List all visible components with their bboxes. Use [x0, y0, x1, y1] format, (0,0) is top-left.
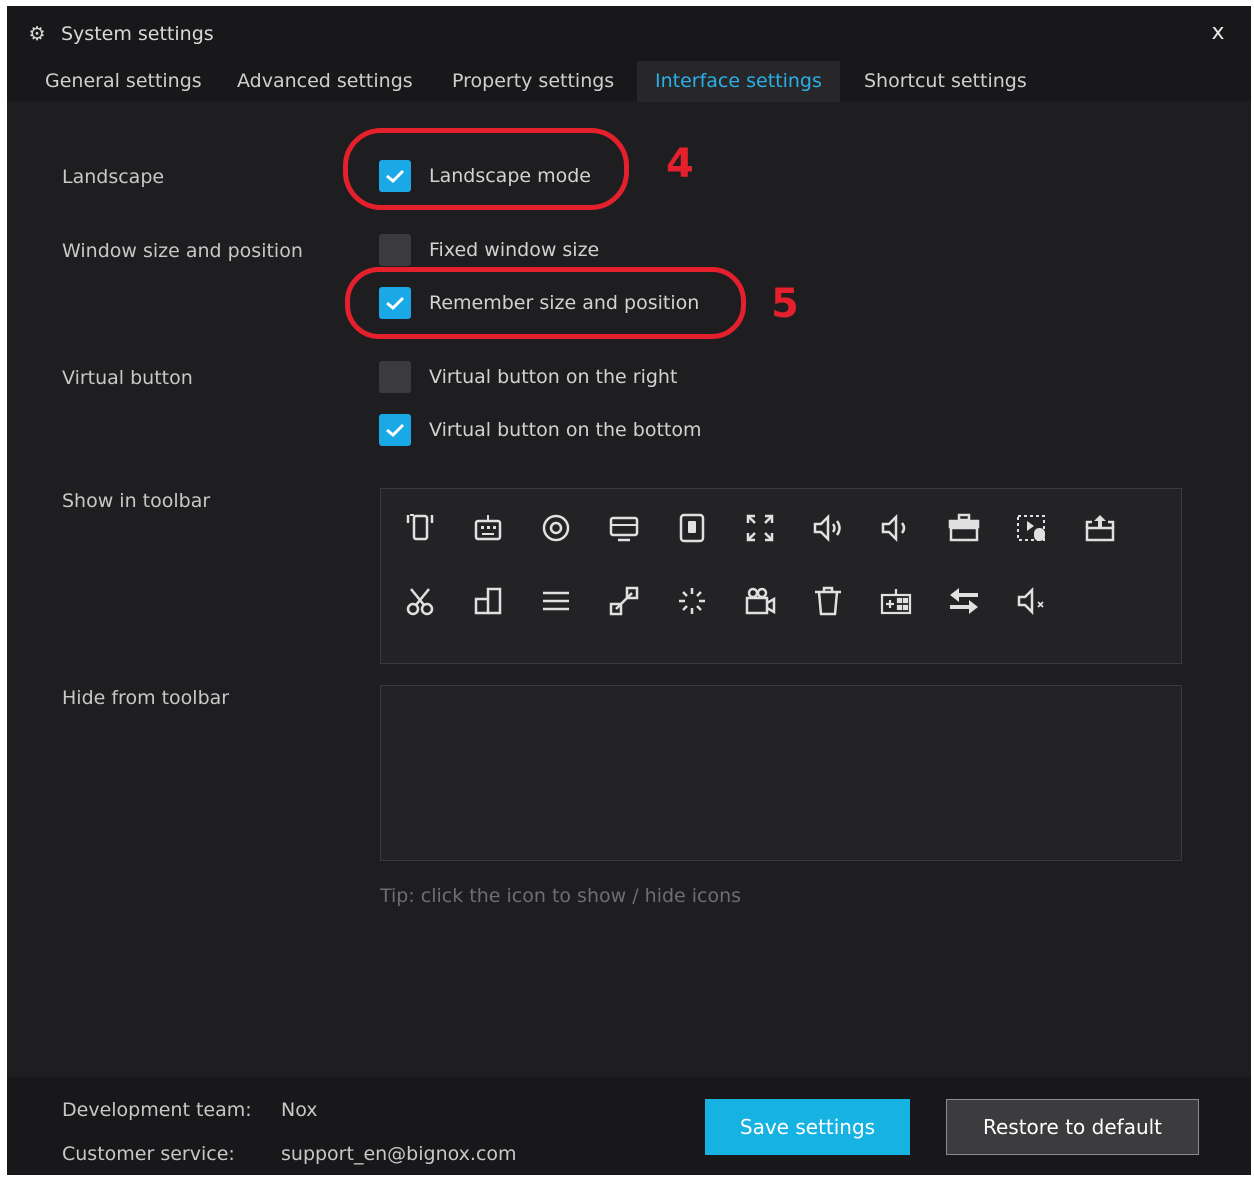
checkbox-checked-icon: [379, 160, 411, 192]
tab-interface-settings[interactable]: Interface settings: [637, 61, 840, 102]
title-bar: ⚙ System settings x General settings Adv…: [7, 6, 1251, 102]
show-in-toolbar-label: Show in toolbar: [62, 490, 211, 512]
checkbox-unchecked-icon: [379, 234, 411, 266]
fixed-window-size-label: Fixed window size: [429, 239, 600, 261]
sync-icon[interactable]: [942, 579, 986, 623]
expand-icon[interactable]: [602, 579, 646, 623]
annotation-number-4: 4: [666, 141, 694, 187]
menu-icon[interactable]: [534, 579, 578, 623]
show-toolbar-panel: [380, 488, 1182, 664]
tab-shortcut-settings[interactable]: Shortcut settings: [846, 61, 1045, 102]
volume-down-icon[interactable]: [874, 506, 918, 550]
fullscreen-icon[interactable]: [738, 506, 782, 550]
close-button[interactable]: x: [1205, 18, 1231, 48]
landscape-mode-checkbox[interactable]: Landscape mode: [379, 160, 591, 192]
multi-instance-icon[interactable]: [466, 579, 510, 623]
phone-icon[interactable]: [670, 506, 714, 550]
tab-general-settings[interactable]: General settings: [27, 61, 220, 102]
hide-toolbar-panel: [380, 685, 1182, 861]
macro-icon[interactable]: [1010, 506, 1054, 550]
tab-advanced-settings[interactable]: Advanced settings: [219, 61, 431, 102]
location-icon[interactable]: [534, 506, 578, 550]
checkbox-checked-icon: [379, 414, 411, 446]
tab-property-settings[interactable]: Property settings: [434, 61, 632, 102]
development-team-label: Development team:: [62, 1099, 252, 1121]
hide-from-toolbar-label: Hide from toolbar: [62, 687, 230, 709]
window-title: System settings: [61, 23, 214, 45]
virtual-button-label: Virtual button: [62, 367, 193, 389]
remember-size-position-checkbox[interactable]: Remember size and position: [379, 287, 699, 319]
remember-size-position-label: Remember size and position: [429, 292, 700, 314]
loading-icon[interactable]: [670, 579, 714, 623]
footer: Development team: Nox Customer service: …: [7, 1077, 1251, 1175]
virtual-button-right-checkbox[interactable]: Virtual button on the right: [379, 361, 677, 393]
mute-icon[interactable]: [1010, 579, 1054, 623]
toolbox-icon[interactable]: [942, 506, 986, 550]
apk-install-icon[interactable]: [1078, 506, 1122, 550]
customer-service-email[interactable]: support_en@bignox.com: [281, 1141, 517, 1167]
gear-icon: ⚙: [28, 23, 46, 45]
trash-icon[interactable]: [806, 579, 850, 623]
customer-service-label: Customer service:: [62, 1143, 235, 1165]
development-team-value: Nox: [281, 1099, 318, 1121]
checkbox-checked-icon: [379, 287, 411, 319]
keymap-icon[interactable]: [874, 579, 918, 623]
scissors-icon[interactable]: [398, 579, 442, 623]
annotation-number-5: 5: [771, 281, 799, 327]
save-settings-button[interactable]: Save settings: [705, 1099, 910, 1155]
checkbox-unchecked-icon: [379, 361, 411, 393]
system-settings-window: ⚙ System settings x General settings Adv…: [7, 6, 1251, 1175]
restore-default-button[interactable]: Restore to default: [946, 1099, 1199, 1155]
window-size-label: Window size and position: [62, 240, 303, 262]
fixed-window-size-checkbox[interactable]: Fixed window size: [379, 234, 599, 266]
virtual-button-bottom-label: Virtual button on the bottom: [429, 419, 702, 441]
volume-up-icon[interactable]: [806, 506, 850, 550]
virtual-button-right-label: Virtual button on the right: [429, 366, 678, 388]
screen-icon[interactable]: [602, 506, 646, 550]
video-record-icon[interactable]: [738, 579, 782, 623]
landscape-label: Landscape: [62, 166, 165, 188]
landscape-mode-label: Landscape mode: [429, 165, 591, 187]
tip-text: Tip: click the icon to show / hide icons: [380, 885, 742, 907]
virtual-button-bottom-checkbox[interactable]: Virtual button on the bottom: [379, 414, 701, 446]
keyboard-icon[interactable]: [466, 506, 510, 550]
shake-icon[interactable]: [398, 506, 442, 550]
